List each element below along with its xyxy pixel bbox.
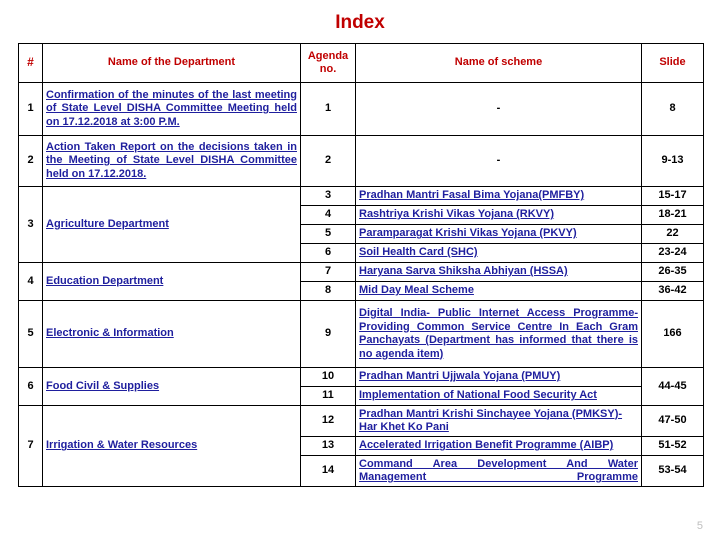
table-row: 6 Food Civil & Supplies 10 Pradhan Mantr… [18,367,704,406]
slide-number: 166 [641,300,704,368]
scheme-name: - [355,82,642,136]
row-number: 5 [18,300,43,368]
agenda-number: 8 [300,281,356,301]
department-link[interactable]: Agriculture Department [42,186,301,263]
slide-number: 53-54 [641,455,704,487]
page-title: Index [335,12,385,33]
row-number: 2 [18,135,43,187]
page-number: 5 [696,520,703,532]
department-link[interactable]: Confirmation of the minutes of the last … [42,82,301,136]
slide-number: 8 [641,82,704,136]
slide-number: 22 [641,224,704,244]
slide-number: 18-21 [641,205,704,225]
scheme-link[interactable]: Haryana Sarva Shiksha Abhiyan (HSSA) [355,262,642,282]
agenda-number: 13 [300,436,356,456]
table-row: 3 Agriculture Department 3 Pradhan Mantr… [18,186,704,263]
department-link[interactable]: Education Department [42,262,301,301]
index-table-container: # Name of the Department Agenda no. Name… [18,43,704,487]
table-row: 5 Electronic & Information 9 Digital Ind… [18,300,704,368]
row-number: 1 [18,82,43,136]
slide-number: 36-42 [641,281,704,301]
slide-number: 44-45 [641,367,704,406]
agenda-number: 7 [300,262,356,282]
row-number: 6 [18,367,43,406]
scheme-link[interactable]: Mid Day Meal Scheme [355,281,642,301]
slide-number: 23-24 [641,243,704,263]
scheme-link[interactable]: Soil Health Card (SHC) [355,243,642,263]
scheme-link[interactable]: Command Area Development And Water Manag… [355,455,642,487]
department-link[interactable]: Irrigation & Water Resources [42,405,301,487]
scheme-link[interactable]: Accelerated Irrigation Benefit Programme… [355,436,642,456]
table-header-row: # Name of the Department Agenda no. Name… [18,43,704,83]
column-header-slide: Slide [641,43,704,83]
scheme-link[interactable]: Rashtriya Krishi Vikas Yojana (RKVY) [355,205,642,225]
agenda-number: 3 [300,186,356,206]
department-link[interactable]: Food Civil & Supplies [42,367,301,406]
column-header-scheme: Name of scheme [355,43,642,83]
row-number: 4 [18,262,43,301]
row-number: 3 [18,186,43,263]
scheme-name: - [355,135,642,187]
slide-number: 47-50 [641,405,704,437]
scheme-link[interactable]: Pradhan Mantri Krishi Sinchayee Yojana (… [355,405,642,437]
column-header-department: Name of the Department [42,43,301,83]
scheme-link[interactable]: Implementation of National Food Security… [355,386,642,406]
slide-number: 9-13 [641,135,704,187]
scheme-link[interactable]: Paramparagat Krishi Vikas Yojana (PKVY) [355,224,642,244]
agenda-number: 6 [300,243,356,263]
row-number: 7 [18,405,43,487]
department-link[interactable]: Electronic & Information [42,300,301,368]
table-row: 7 Irrigation & Water Resources 12 Pradha… [18,405,704,487]
agenda-number: 2 [300,135,356,187]
slide-number: 51-52 [641,436,704,456]
agenda-number: 9 [300,300,356,368]
department-link[interactable]: Action Taken Report on the decisions tak… [42,135,301,187]
agenda-number: 5 [300,224,356,244]
table-row: 2 Action Taken Report on the decisions t… [18,135,704,187]
agenda-number: 12 [300,405,356,437]
table-row: 4 Education Department 7 Haryana Sarva S… [18,262,704,301]
agenda-number: 1 [300,82,356,136]
slide-number: 15-17 [641,186,704,206]
index-table: # Name of the Department Agenda no. Name… [18,43,704,487]
table-row: 1 Confirmation of the minutes of the las… [18,82,704,136]
column-header-agenda: Agenda no. [300,43,356,83]
scheme-link[interactable]: Pradhan Mantri Ujjwala Yojana (PMUY) [355,367,642,387]
agenda-number: 14 [300,455,356,487]
agenda-number: 11 [300,386,356,406]
slide-number: 26-35 [641,262,704,282]
slide-canvas: Index # Name of the Department Agenda no… [0,0,720,540]
column-header-number: # [18,43,43,83]
scheme-link[interactable]: Digital India- Public Internet Access Pr… [355,300,642,368]
agenda-number: 10 [300,367,356,387]
agenda-number: 4 [300,205,356,225]
scheme-link[interactable]: Pradhan Mantri Fasal Bima Yojana(PMFBY) [355,186,642,206]
